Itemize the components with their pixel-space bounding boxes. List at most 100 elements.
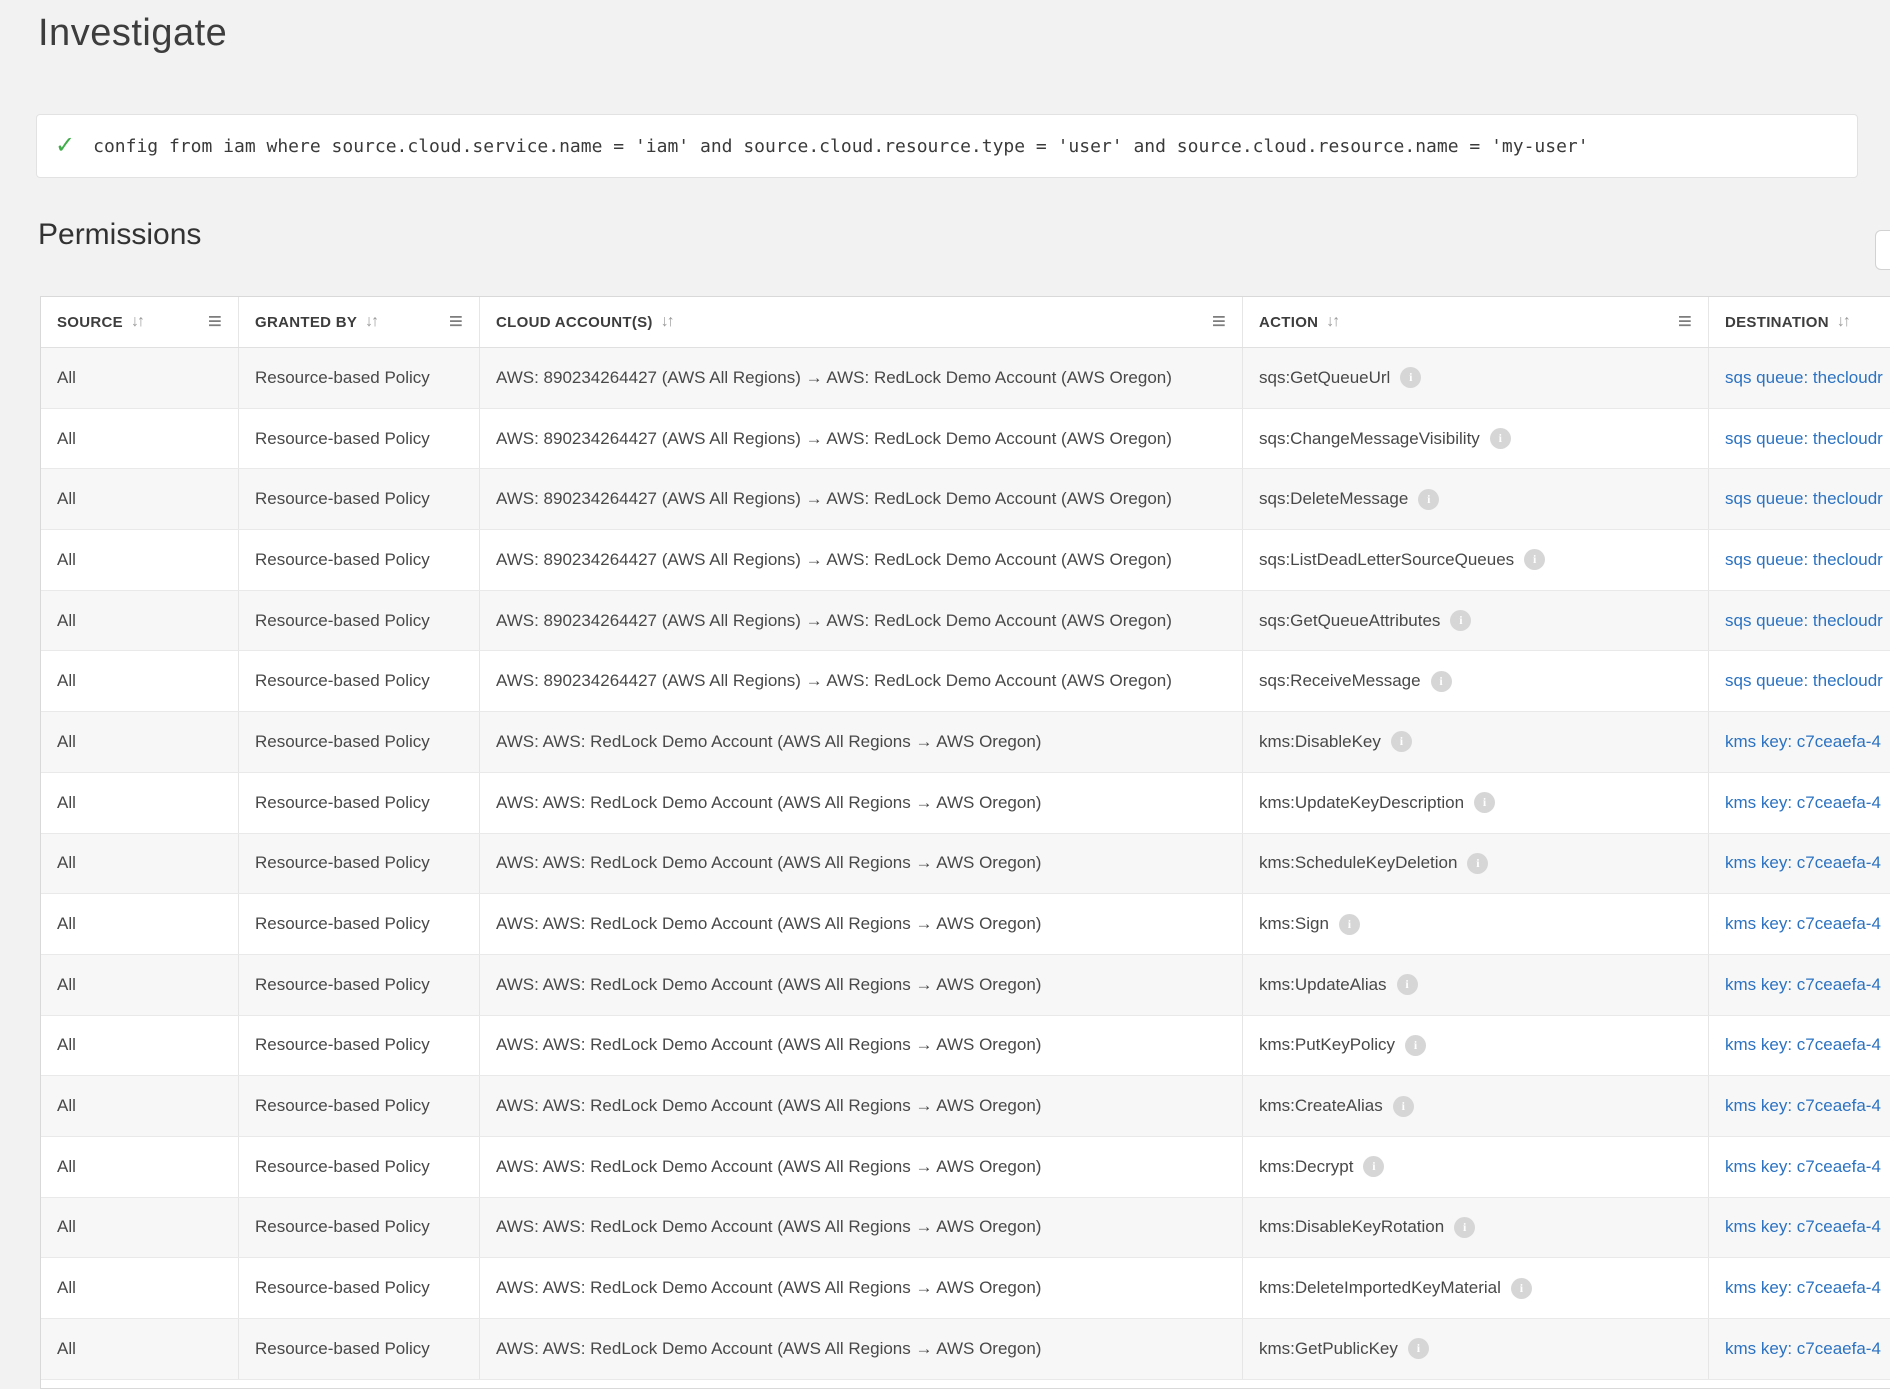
cell-cloud-accounts: AWS: AWS: RedLock Demo Account (AWS All …	[480, 1319, 1243, 1379]
filter-menu-icon[interactable]: ≡	[1202, 311, 1226, 333]
sort-icon[interactable]: ↓↑	[1837, 313, 1849, 331]
sort-icon[interactable]: ↓↑	[131, 313, 143, 331]
destination-link[interactable]: sqs queue: thecloudr	[1725, 671, 1883, 691]
column-header-granted_by[interactable]: GRANTED BY↓↑≡	[239, 297, 480, 347]
destination-link[interactable]: sqs queue: thecloudr	[1725, 611, 1883, 631]
destination-link[interactable]: kms key: c7ceaefa-4	[1725, 975, 1881, 995]
destination-link[interactable]: kms key: c7ceaefa-4	[1725, 1157, 1881, 1177]
cell-destination: kms key: c7ceaefa-4	[1709, 1016, 1890, 1076]
destination-link[interactable]: sqs queue: thecloudr	[1725, 429, 1883, 449]
cell-source: All	[41, 530, 239, 590]
filter-menu-icon[interactable]: ≡	[439, 311, 463, 333]
info-icon[interactable]: i	[1339, 914, 1360, 935]
destination-link[interactable]: kms key: c7ceaefa-4	[1725, 853, 1881, 873]
cell-cloud-accounts: AWS: AWS: RedLock Demo Account (AWS All …	[480, 834, 1243, 894]
destination-link[interactable]: kms key: c7ceaefa-4	[1725, 732, 1881, 752]
destination-link[interactable]: kms key: c7ceaefa-4	[1725, 793, 1881, 813]
action-label: kms:Sign	[1259, 914, 1329, 934]
info-icon[interactable]: i	[1511, 1278, 1532, 1299]
column-label: DESTINATION	[1725, 314, 1829, 331]
destination-link[interactable]: sqs queue: thecloudr	[1725, 550, 1883, 570]
table-row: AllResource-based PolicyAWS: 89023426442…	[41, 651, 1890, 712]
cell-destination: sqs queue: thecloudr	[1709, 348, 1890, 408]
destination-link[interactable]: sqs queue: thecloudr	[1725, 489, 1883, 509]
cell-action: kms:Decrypti	[1243, 1137, 1709, 1197]
cell-source: All	[41, 1198, 239, 1258]
table-row: AllResource-based PolicyAWS: AWS: RedLoc…	[41, 894, 1890, 955]
destination-link[interactable]: kms key: c7ceaefa-4	[1725, 1278, 1881, 1298]
info-icon[interactable]: i	[1400, 367, 1421, 388]
cell-source: All	[41, 409, 239, 469]
info-icon[interactable]: i	[1431, 671, 1452, 692]
column-header-destination[interactable]: DESTINATION ↓↑	[1709, 297, 1890, 347]
sort-icon[interactable]: ↓↑	[365, 313, 377, 331]
cell-source: All	[41, 834, 239, 894]
destination-link[interactable]: kms key: c7ceaefa-4	[1725, 1096, 1881, 1116]
info-icon[interactable]: i	[1474, 792, 1495, 813]
table-row: AllResource-based PolicyAWS: 89023426442…	[41, 591, 1890, 652]
cell-source: All	[41, 1016, 239, 1076]
cell-source: All	[41, 712, 239, 772]
info-icon[interactable]: i	[1393, 1096, 1414, 1117]
query-text[interactable]: config from iam where source.cloud.servi…	[93, 136, 1589, 157]
column-header-source[interactable]: SOURCE↓↑≡	[41, 297, 239, 347]
info-icon[interactable]: i	[1363, 1156, 1384, 1177]
cell-granted-by: Resource-based Policy	[239, 1198, 480, 1258]
cell-cloud-accounts: AWS: 890234264427 (AWS All Regions) → AW…	[480, 469, 1243, 529]
info-icon[interactable]: i	[1454, 1217, 1475, 1238]
cell-granted-by: Resource-based Policy	[239, 469, 480, 529]
info-icon[interactable]: i	[1418, 489, 1439, 510]
cell-action: sqs:ReceiveMessagei	[1243, 651, 1709, 711]
column-label: ACTION	[1259, 314, 1318, 331]
info-icon[interactable]: i	[1408, 1338, 1429, 1359]
cell-action: kms:DisableKeyRotationi	[1243, 1198, 1709, 1258]
table-row: AllResource-based PolicyAWS: 89023426442…	[41, 409, 1890, 470]
info-icon[interactable]: i	[1490, 428, 1511, 449]
info-icon[interactable]: i	[1397, 974, 1418, 995]
cell-action: kms:ScheduleKeyDeletioni	[1243, 834, 1709, 894]
cell-destination: sqs queue: thecloudr	[1709, 651, 1890, 711]
cell-destination: kms key: c7ceaefa-4	[1709, 955, 1890, 1015]
destination-link[interactable]: sqs queue: thecloudr	[1725, 368, 1883, 388]
permissions-heading: Permissions	[38, 218, 201, 252]
table-row: AllResource-based PolicyAWS: AWS: RedLoc…	[41, 955, 1890, 1016]
cell-action: kms:UpdateKeyDescriptioni	[1243, 773, 1709, 833]
cell-granted-by: Resource-based Policy	[239, 530, 480, 590]
sort-icon[interactable]: ↓↑	[1326, 313, 1338, 331]
cell-source: All	[41, 1137, 239, 1197]
destination-link[interactable]: kms key: c7ceaefa-4	[1725, 1217, 1881, 1237]
cell-source: All	[41, 955, 239, 1015]
filter-menu-icon[interactable]: ≡	[198, 311, 222, 333]
cell-destination: kms key: c7ceaefa-4	[1709, 1198, 1890, 1258]
cell-granted-by: Resource-based Policy	[239, 651, 480, 711]
info-icon[interactable]: i	[1450, 610, 1471, 631]
cell-source: All	[41, 651, 239, 711]
cell-destination: kms key: c7ceaefa-4	[1709, 1319, 1890, 1379]
cell-action: sqs:ListDeadLetterSourceQueuesi	[1243, 530, 1709, 590]
cell-cloud-accounts: AWS: AWS: RedLock Demo Account (AWS All …	[480, 955, 1243, 1015]
cell-action: kms:DisableKeyi	[1243, 712, 1709, 772]
cell-destination: kms key: c7ceaefa-4	[1709, 834, 1890, 894]
action-label: sqs:DeleteMessage	[1259, 489, 1408, 509]
destination-link[interactable]: kms key: c7ceaefa-4	[1725, 914, 1881, 934]
cell-granted-by: Resource-based Policy	[239, 894, 480, 954]
info-icon[interactable]: i	[1524, 549, 1545, 570]
destination-link[interactable]: kms key: c7ceaefa-4	[1725, 1339, 1881, 1359]
table-options-button[interactable]	[1875, 230, 1890, 270]
table-row: AllResource-based PolicyAWS: 89023426442…	[41, 348, 1890, 409]
table-row: AllResource-based PolicyAWS: AWS: RedLoc…	[41, 1137, 1890, 1198]
cell-source: All	[41, 773, 239, 833]
filter-menu-icon[interactable]: ≡	[1668, 311, 1692, 333]
cell-cloud-accounts: AWS: 890234264427 (AWS All Regions) → AW…	[480, 651, 1243, 711]
table-row: AllResource-based PolicyAWS: AWS: RedLoc…	[41, 773, 1890, 834]
column-header-action[interactable]: ACTION ↓↑ ≡	[1243, 297, 1709, 347]
destination-link[interactable]: kms key: c7ceaefa-4	[1725, 1035, 1881, 1055]
cell-destination: kms key: c7ceaefa-4	[1709, 1258, 1890, 1318]
info-icon[interactable]: i	[1391, 731, 1412, 752]
sort-icon[interactable]: ↓↑	[661, 313, 673, 331]
column-header-cloud_accounts[interactable]: CLOUD ACCOUNT(S)↓↑≡	[480, 297, 1243, 347]
query-input[interactable]: ✓ config from iam where source.cloud.ser…	[36, 114, 1858, 178]
cell-cloud-accounts: AWS: 890234264427 (AWS All Regions) → AW…	[480, 591, 1243, 651]
info-icon[interactable]: i	[1405, 1035, 1426, 1056]
info-icon[interactable]: i	[1467, 853, 1488, 874]
